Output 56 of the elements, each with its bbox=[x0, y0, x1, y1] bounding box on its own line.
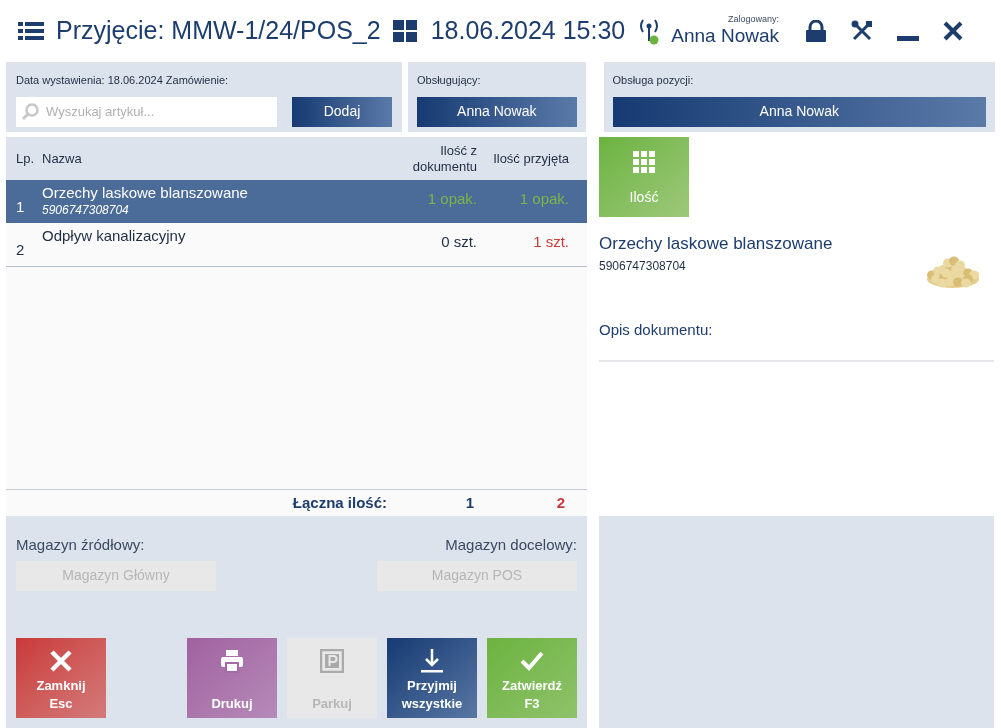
column-header: Ilość przyjęta bbox=[492, 149, 570, 168]
position-label: Obsługa pozycji: bbox=[612, 73, 695, 88]
warehouse-label: Magazyn docelowy: bbox=[445, 535, 577, 555]
checkmark-icon bbox=[520, 649, 544, 673]
operator-button[interactable]: Anna Nowak bbox=[417, 96, 577, 127]
button-label: Esc bbox=[49, 695, 73, 713]
button-label: Zatwierdź bbox=[502, 677, 562, 695]
column-header: Nazwa bbox=[42, 149, 83, 168]
product-code: 5906747308704 bbox=[42, 202, 130, 218]
search-icon bbox=[21, 102, 39, 121]
download-icon bbox=[420, 649, 444, 673]
total-label: Łączna ilość: bbox=[291, 492, 387, 513]
row-number: 1 bbox=[15, 197, 26, 217]
column-header: Lp. bbox=[15, 149, 36, 168]
product-title: Orzechy laskowe blanszowane bbox=[599, 233, 834, 255]
keypad-icon bbox=[633, 151, 655, 173]
quantity: 0 szt. bbox=[440, 232, 477, 252]
lock-button[interactable] bbox=[805, 20, 827, 42]
logged-label: Zalogowany: bbox=[728, 14, 779, 24]
windows-button[interactable] bbox=[392, 20, 417, 42]
menu-button[interactable] bbox=[18, 21, 44, 41]
add-button[interactable]: Dodaj bbox=[292, 96, 392, 127]
action-button[interactable]: Zamknij Esc bbox=[16, 638, 106, 718]
date-time: 18.06.2024 15:30 bbox=[430, 15, 626, 47]
action-button[interactable]: Przyjmij wszystkie bbox=[387, 638, 477, 718]
button-label: Drukuj bbox=[211, 695, 253, 713]
window-title: Przyjęcie: MMW-1/24/POS_2 bbox=[56, 15, 381, 47]
table-row[interactable]: 1 Orzechy laskowe blanszowane 5906747308704 1 opak. 1 opak. bbox=[6, 180, 587, 223]
product-code: 5906747308704 bbox=[599, 257, 687, 275]
quantity: 1 szt. bbox=[532, 232, 570, 252]
user-name: Anna Nowak bbox=[671, 24, 779, 48]
total-value: 1 bbox=[464, 492, 475, 513]
close-button[interactable] bbox=[943, 21, 963, 41]
minimize-button[interactable] bbox=[897, 35, 919, 41]
quantity: 1 opak. bbox=[426, 189, 477, 209]
warehouse-label: Magazyn źródłowy: bbox=[16, 535, 145, 555]
close-icon bbox=[49, 649, 73, 673]
description-label: Opis dokumentu: bbox=[599, 320, 714, 340]
button-label: wszystkie bbox=[401, 695, 463, 713]
settings-button[interactable] bbox=[851, 20, 873, 42]
total-value: 2 bbox=[555, 492, 566, 513]
parking-icon bbox=[320, 649, 344, 673]
button-label: F3 bbox=[524, 695, 540, 713]
row-number: 2 bbox=[15, 240, 26, 260]
position-button[interactable]: Anna Nowak bbox=[612, 96, 986, 127]
button-label: Przyjmij bbox=[407, 677, 457, 695]
quantity: 1 opak. bbox=[518, 189, 570, 209]
search-field[interactable]: Wyszukaj artykuł... bbox=[16, 96, 277, 127]
printer-icon bbox=[220, 649, 244, 673]
operator-label: Obsługujący: bbox=[417, 73, 482, 88]
action-button[interactable]: Drukuj bbox=[187, 638, 277, 718]
product-name: Orzechy laskowe blanszowane bbox=[42, 184, 249, 202]
button-label: Zamknij bbox=[36, 677, 86, 695]
document-info: Data wystawienia: 18.06.2024 Zamówienie: bbox=[16, 73, 230, 88]
product-name: Odpływ kanalizacyjny bbox=[42, 227, 187, 245]
column-header: Ilość z dokumentu bbox=[411, 142, 477, 175]
